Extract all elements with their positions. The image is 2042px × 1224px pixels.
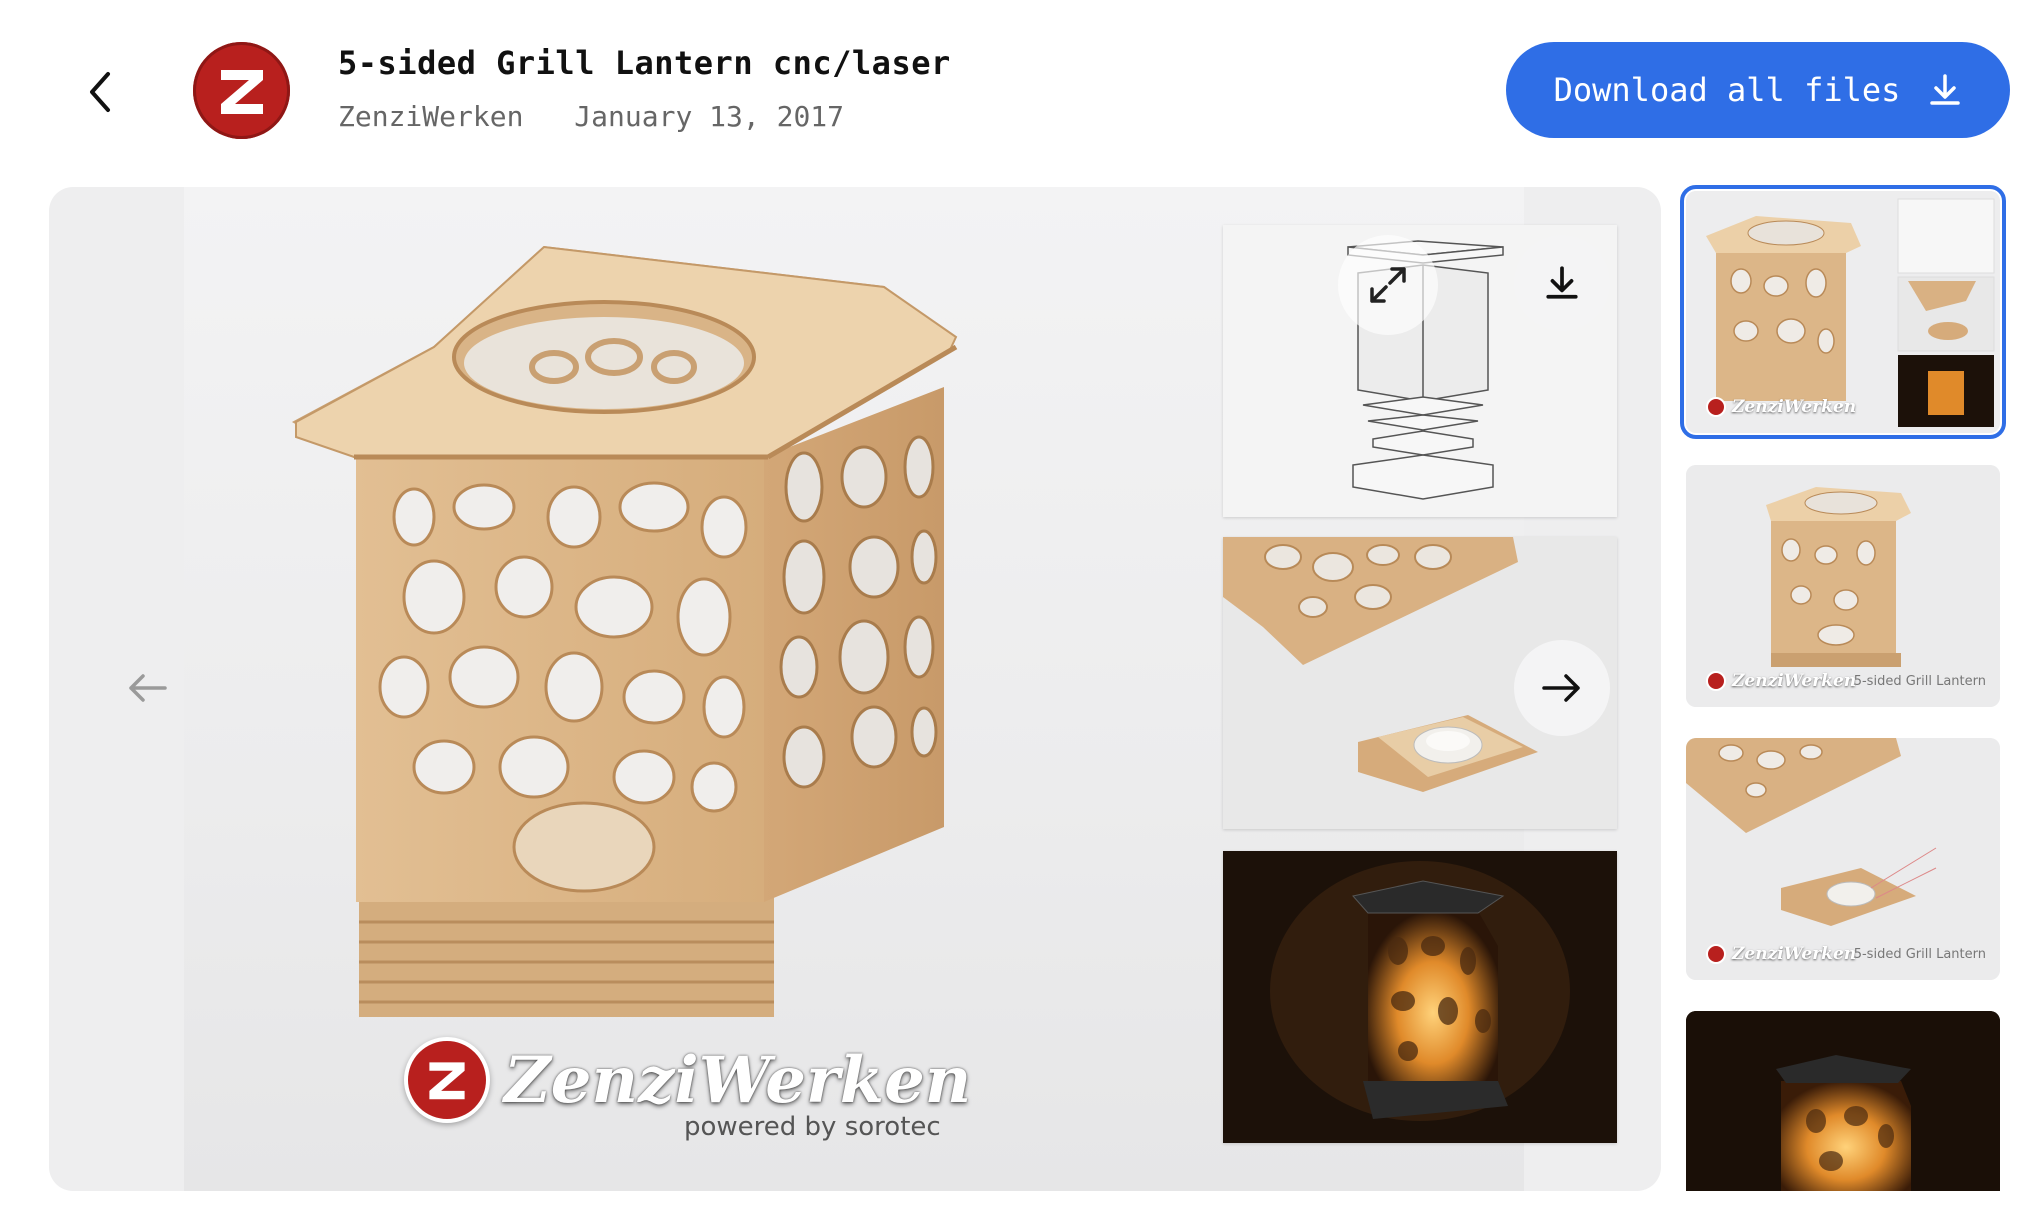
- author-link[interactable]: ZenziWerken: [338, 100, 523, 133]
- fullscreen-button[interactable]: [1338, 235, 1438, 335]
- brand-dot-icon: [1706, 944, 1726, 964]
- arrow-right-icon: [1542, 674, 1580, 702]
- arrow-left-icon: [129, 674, 167, 702]
- thumbnail-1[interactable]: ZenziWerken: [1680, 185, 2006, 439]
- publish-date: January 13, 2017: [574, 100, 845, 133]
- thumbnail-image: [1686, 1011, 2000, 1191]
- lit-lantern-photo-panel: [1223, 851, 1617, 1143]
- thumbnail-caption: ZenziWerken: [1706, 397, 1856, 417]
- thumbnail-2[interactable]: ZenziWerken 5-sided Grill Lantern: [1686, 465, 2000, 707]
- page-title: 5-sided Grill Lantern cnc/laser: [338, 44, 951, 82]
- thumbnail-4[interactable]: [1686, 1011, 2000, 1191]
- brand-dot-icon: [1706, 671, 1726, 691]
- model-meta: ZenziWerken January 13, 2017: [338, 100, 844, 133]
- expand-icon: [1370, 267, 1406, 303]
- watermark-brand: ZenziWerken: [504, 1042, 972, 1118]
- zenziwerken-logo-icon: [220, 69, 263, 114]
- download-all-button[interactable]: Download all files: [1506, 42, 2010, 138]
- brand-dot-icon: [1706, 397, 1726, 417]
- slide-watermark: ZenziWerken: [404, 1037, 971, 1123]
- model-detail-page: 5-sided Grill Lantern cnc/laser ZenziWer…: [0, 0, 2042, 1224]
- main-slide-image: ZenziWerken powered by sorotec: [184, 187, 1617, 1191]
- watermark-logo-icon: [404, 1037, 490, 1123]
- watermark-subtitle: powered by sorotec: [684, 1112, 941, 1142]
- image-viewer: ZenziWerken powered by sorotec: [49, 187, 1661, 1191]
- next-image-button[interactable]: [1514, 640, 1610, 736]
- thumbnail-subtitle: 5-sided Grill Lantern: [1853, 674, 1986, 689]
- thumbnail-caption: ZenziWerken: [1706, 671, 1856, 691]
- download-icon: [1930, 74, 1961, 105]
- lit-lantern-photo: [1223, 851, 1617, 1143]
- download-image-button[interactable]: [1514, 235, 1610, 331]
- chevron-left-icon: [90, 72, 110, 112]
- thumbnail-caption: ZenziWerken: [1706, 944, 1856, 964]
- thumbnail-subtitle: 5-sided Grill Lantern: [1853, 947, 1986, 962]
- thumbnail-3[interactable]: ZenziWerken 5-sided Grill Lantern: [1686, 738, 2000, 980]
- previous-image-button[interactable]: [99, 640, 195, 736]
- back-button[interactable]: [70, 62, 130, 122]
- download-icon: [1546, 266, 1578, 299]
- avatar[interactable]: [193, 42, 290, 139]
- download-all-label: Download all files: [1553, 71, 1901, 109]
